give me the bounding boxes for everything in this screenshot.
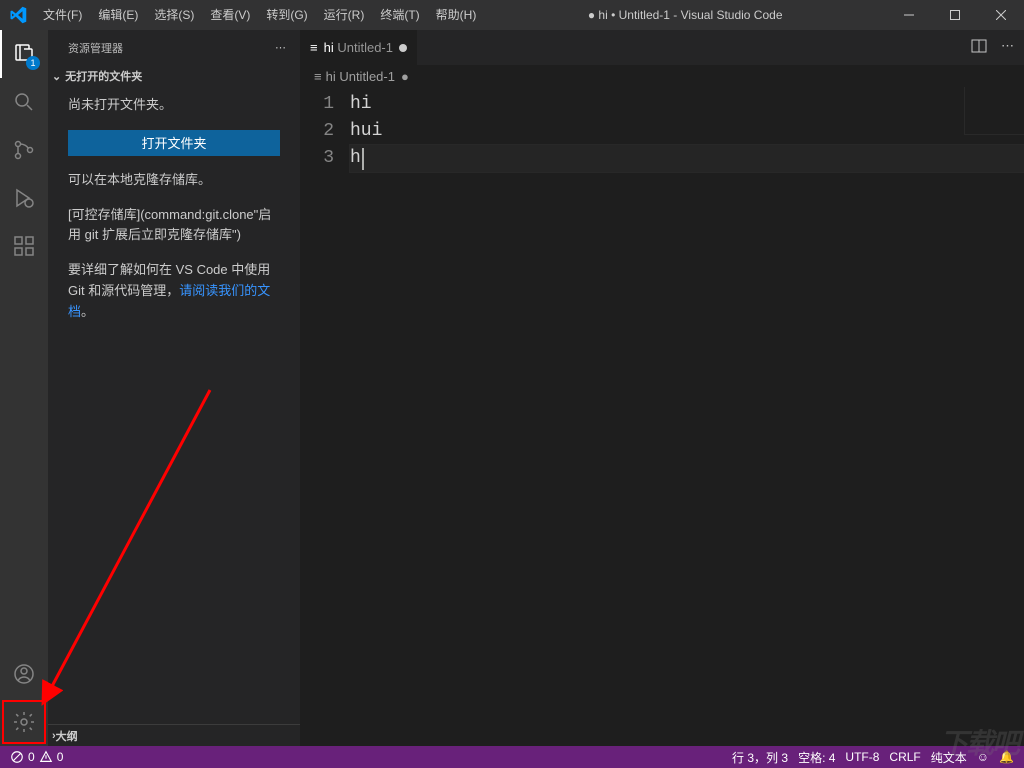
activity-search-icon[interactable] — [0, 78, 48, 126]
sidebar-section-outline[interactable]: › 大纲 — [48, 724, 300, 746]
activity-explorer-icon[interactable]: 1 — [0, 30, 48, 78]
sidebar-section-no-folder[interactable]: ⌄ 无打开的文件夹 — [48, 65, 300, 87]
status-language-mode[interactable]: 纯文本 — [931, 749, 967, 766]
breadcrumb[interactable]: ≡ hi Untitled-1 ● — [300, 65, 1024, 87]
chevron-down-icon: ⌄ — [52, 70, 61, 83]
minimap[interactable] — [964, 87, 1024, 135]
menu-run[interactable]: 运行(R) — [316, 0, 373, 30]
editor-tab-untitled[interactable]: ≡ hi Untitled-1 — [300, 30, 417, 65]
code-line-active: h — [350, 145, 1024, 172]
no-folder-message: 尚未打开文件夹。 — [68, 95, 280, 116]
menu-file[interactable]: 文件(F) — [35, 0, 90, 30]
file-icon: ≡ — [314, 69, 322, 84]
menu-go[interactable]: 转到(G) — [258, 0, 315, 30]
status-notifications-icon[interactable]: 🔔 — [999, 750, 1014, 764]
window-controls — [886, 0, 1024, 30]
activity-settings-gear-icon[interactable] — [0, 698, 48, 746]
status-feedback-icon[interactable]: ☺ — [977, 750, 989, 764]
menu-selection[interactable]: 选择(S) — [146, 0, 202, 30]
maximize-button[interactable] — [932, 0, 978, 30]
vscode-logo-icon — [0, 6, 35, 24]
menu-help[interactable]: 帮助(H) — [428, 0, 485, 30]
title-bar: 文件(F) 编辑(E) 选择(S) 查看(V) 转到(G) 运行(R) 终端(T… — [0, 0, 1024, 30]
sidebar-more-icon[interactable]: ⋯ — [275, 41, 286, 54]
status-bar: 0 0 行 3，列 3 空格: 4 UTF-8 CRLF 纯文本 ☺ 🔔 — [0, 746, 1024, 768]
editor-tabs: ≡ hi Untitled-1 ⋯ — [300, 30, 1024, 65]
activity-source-control-icon[interactable] — [0, 126, 48, 174]
status-encoding[interactable]: UTF-8 — [845, 750, 879, 764]
explorer-badge: 1 — [26, 56, 40, 70]
sidebar-header: 资源管理器 ⋯ — [48, 30, 300, 65]
open-folder-button[interactable]: 打开文件夹 — [68, 130, 280, 156]
clone-command-text: [可控存储库](command:git.clone"启用 git 扩展后立即克隆… — [68, 205, 280, 247]
status-indentation[interactable]: 空格: 4 — [798, 749, 835, 766]
close-button[interactable] — [978, 0, 1024, 30]
file-icon: ≡ — [310, 40, 318, 55]
menu-view[interactable]: 查看(V) — [202, 0, 258, 30]
editor-more-icon[interactable]: ⋯ — [1001, 38, 1014, 57]
activity-bar: 1 — [0, 30, 48, 746]
text-cursor — [362, 148, 364, 170]
minimize-button[interactable] — [886, 0, 932, 30]
activity-accounts-icon[interactable] — [0, 650, 48, 698]
line-number-gutter: 1 2 3 — [300, 87, 350, 746]
code-content[interactable]: hi hui h — [350, 87, 1024, 746]
editor-area: ≡ hi Untitled-1 ⋯ ≡ hi Untitled-1 ● 1 2 … — [300, 30, 1024, 746]
code-line: hi — [350, 91, 1024, 118]
clone-message: 可以在本地克隆存储库。 — [68, 170, 280, 191]
code-line: hui — [350, 118, 1024, 145]
split-editor-icon[interactable] — [971, 38, 987, 57]
activity-extensions-icon[interactable] — [0, 222, 48, 270]
window-title: ● hi • Untitled-1 - Visual Studio Code — [484, 8, 886, 22]
docs-message: 要详细了解如何在 VS Code 中使用 Git 和源代码管理，请阅读我们的文档… — [68, 260, 280, 322]
status-eol[interactable]: CRLF — [889, 750, 920, 764]
sidebar-explorer: 资源管理器 ⋯ ⌄ 无打开的文件夹 尚未打开文件夹。 打开文件夹 可以在本地克隆… — [48, 30, 300, 746]
menu-edit[interactable]: 编辑(E) — [90, 0, 146, 30]
menu-bar: 文件(F) 编辑(E) 选择(S) 查看(V) 转到(G) 运行(R) 终端(T… — [35, 0, 484, 30]
editor-body[interactable]: 1 2 3 hi hui h — [300, 87, 1024, 746]
activity-run-debug-icon[interactable] — [0, 174, 48, 222]
status-problems[interactable]: 0 0 — [10, 750, 63, 764]
menu-terminal[interactable]: 终端(T) — [372, 0, 427, 30]
sidebar-title: 资源管理器 — [68, 40, 123, 56]
status-cursor-position[interactable]: 行 3，列 3 — [732, 749, 788, 766]
unsaved-dot-icon[interactable] — [399, 44, 407, 52]
